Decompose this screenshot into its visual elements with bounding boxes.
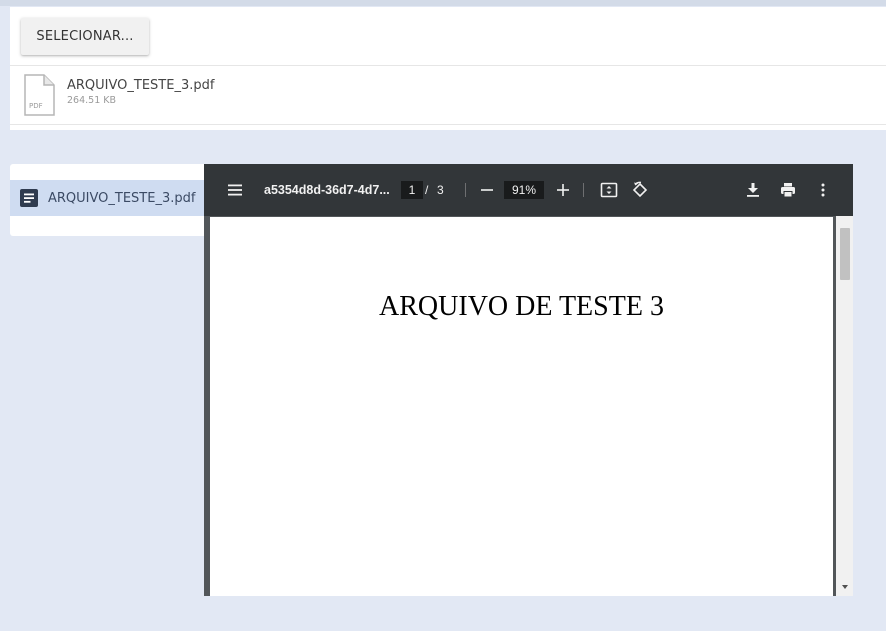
upload-card: SELECIONAR... PDF ARQUIVO_TESTE_3.pdf 26… [10,7,886,130]
pdf-icon-label: PDF [29,102,43,110]
page-separator: / [425,183,429,197]
download-icon[interactable] [741,178,765,202]
file-list: ARQUIVO_TESTE_3.pdf [10,164,210,236]
file-list-item[interactable]: ARQUIVO_TESTE_3.pdf [10,180,210,216]
rotate-icon[interactable] [628,178,652,202]
document-icon [19,188,39,208]
uploaded-file-row: PDF ARQUIVO_TESTE_3.pdf 264.51 KB [10,66,886,124]
file-name: ARQUIVO_TESTE_3.pdf [67,78,215,93]
pdf-viewer-toolbar: a5354d8d-36d7-4d7... 1 / 3 91% [204,164,853,216]
file-list-item-label: ARQUIVO_TESTE_3.pdf [48,190,196,206]
zoom-input[interactable]: 91% [504,181,544,199]
pdf-page: ARQUIVO DE TESTE 3 [210,217,833,596]
pdf-file-icon: PDF [24,74,55,116]
select-file-button[interactable]: SELECIONAR... [21,18,149,55]
top-bar [0,0,886,6]
zoom-in-icon[interactable] [551,178,575,202]
page-number-input[interactable]: 1 [401,181,423,199]
zoom-out-icon[interactable] [475,178,499,202]
scroll-down-arrow-icon[interactable] [838,582,852,592]
toolbar-divider [465,183,466,197]
fit-to-page-icon[interactable] [597,178,621,202]
menu-icon[interactable] [223,178,247,202]
divider [10,124,886,125]
print-icon[interactable] [776,178,800,202]
file-size: 264.51 KB [67,95,117,106]
more-options-icon[interactable] [811,178,835,202]
document-title: a5354d8d-36d7-4d7... [264,183,390,197]
scrollbar-thumb[interactable] [840,228,850,280]
page-total: 3 [437,183,444,197]
pdf-viewer: a5354d8d-36d7-4d7... 1 / 3 91% ARQUIVO D… [204,164,853,596]
toolbar-divider [583,183,584,197]
pdf-page-heading: ARQUIVO DE TESTE 3 [379,291,664,322]
